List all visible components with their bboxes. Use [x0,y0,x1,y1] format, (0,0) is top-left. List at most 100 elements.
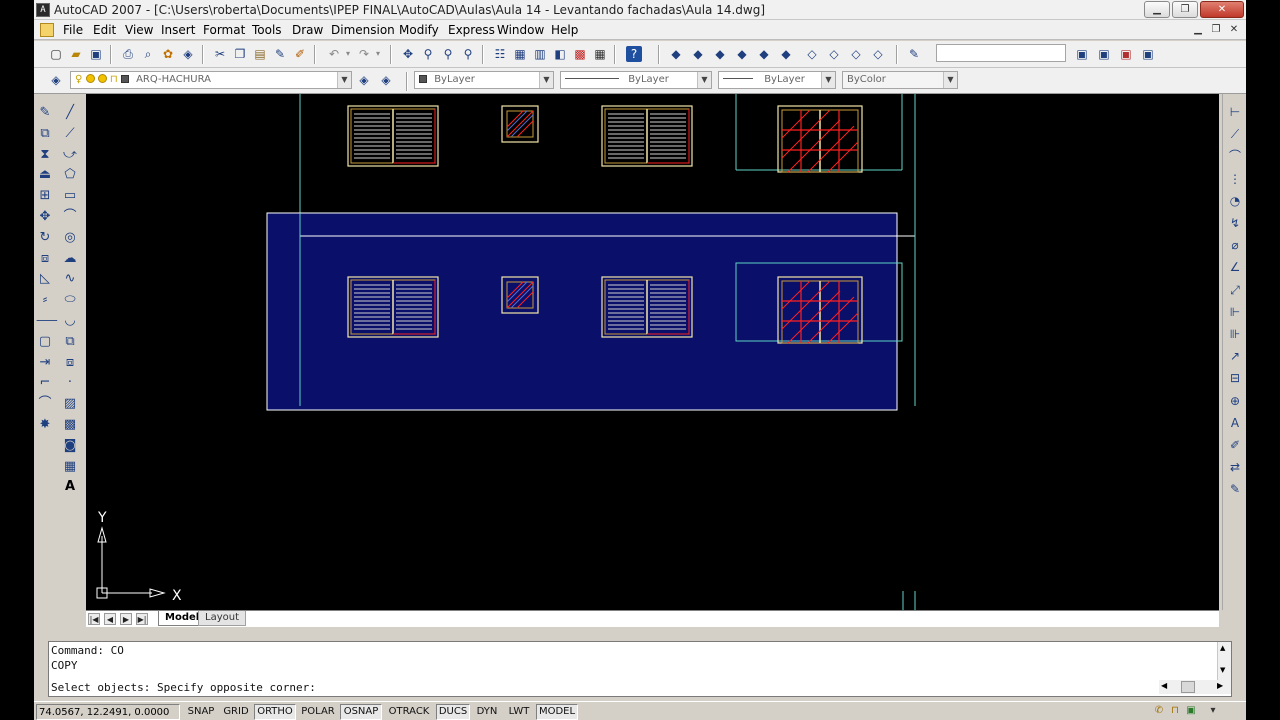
view-right-icon[interactable]: ◆ [712,46,728,62]
new-view-icon[interactable]: ▣ [1096,46,1112,62]
viewport-icon[interactable]: ▣ [1140,46,1156,62]
erase-icon[interactable]: ✎ [36,104,54,122]
menu-help[interactable]: Help [551,23,578,37]
aligned-dim-icon[interactable]: ⟋ [1227,126,1243,142]
copy-object-icon[interactable]: ⧉ [36,125,54,143]
layer-previous-icon[interactable]: ◈ [378,72,394,88]
view-front-icon[interactable]: ◆ [756,46,772,62]
block-editor-icon[interactable]: ✐ [292,46,308,62]
point-icon[interactable]: · [61,374,79,392]
lock-ui-icon[interactable]: ⊓ [1168,704,1182,718]
spline-icon[interactable]: ∿ [61,270,79,288]
chevron-down-icon[interactable]: ▼ [337,72,351,88]
extend-icon[interactable]: ⸺ [36,312,58,330]
insert-block-icon[interactable]: ⧉ [61,333,79,351]
window-upper-2[interactable] [601,105,693,167]
properties-icon[interactable]: ☷ [492,46,508,62]
circle-icon[interactable]: ◎ [61,229,79,247]
lightbulb-icon[interactable]: ♀ [75,74,82,85]
polygon-icon[interactable]: ⬠ [61,166,79,184]
zoom-previous-icon[interactable]: ⚲ [460,46,476,62]
tool-palettes-icon[interactable]: ▥ [532,46,548,62]
command-hscrollbar[interactable]: ◀ ▶ [1159,680,1231,694]
menu-view[interactable]: View [125,23,153,37]
trim-icon[interactable]: ⸗ [36,291,54,309]
polyline-icon[interactable]: ⤻ [61,146,79,164]
arc-length-icon[interactable]: ⌒ [1227,148,1243,164]
revision-cloud-icon[interactable]: ☁ [61,250,79,268]
command-prompt[interactable]: Select objects: Specify opposite corner: [51,681,316,694]
design-center-icon[interactable]: ▦ [512,46,528,62]
next-tab-icon[interactable]: ▶ [120,613,132,625]
lineweight-combo[interactable]: ByLayer ▼ [718,71,836,89]
menu-draw[interactable]: Draw [292,23,323,37]
view-left-icon[interactable]: ◆ [690,46,706,62]
new-icon[interactable]: ▢ [48,46,64,62]
dim-edit-icon[interactable]: A [1227,415,1243,431]
fillet-icon[interactable]: ⌒ [36,395,54,413]
status-tray-icon[interactable]: ▣ [1184,704,1198,718]
arc-icon[interactable]: ⌒ [61,208,79,226]
status-toggle-osnap[interactable]: OSNAP [340,704,382,720]
open-icon[interactable]: ▰ [68,46,84,62]
status-toggle-otrack[interactable]: OTRACK [384,704,434,720]
maximize-icon[interactable]: ❐ [1172,1,1198,18]
angular-icon[interactable]: ∠ [1227,259,1243,275]
status-toggle-ortho[interactable]: ORTHO [254,704,296,720]
menu-window[interactable]: Window [497,23,544,37]
lock-icon[interactable]: ⊓ [110,74,118,85]
match-properties-icon[interactable]: ✎ [272,46,288,62]
door-upper[interactable] [777,105,863,173]
communication-center-icon[interactable]: ✆ [1152,704,1166,718]
dim-text-edit-icon[interactable]: ✐ [1227,437,1243,453]
move-icon[interactable]: ✥ [36,208,54,226]
quick-dim-icon[interactable]: ⤢ [1227,282,1243,298]
zoom-window-icon[interactable]: ⚲ [440,46,456,62]
offset-icon[interactable]: ⏏ [36,166,54,184]
layer-manager-icon[interactable]: ◈ [48,72,64,88]
status-toggle-polar[interactable]: POLAR [298,704,338,720]
window-upper-small[interactable] [501,105,539,143]
undo-dropdown-icon[interactable]: ▾ [340,46,356,62]
join-icon[interactable]: ⇥ [36,354,54,372]
scroll-left-icon[interactable]: ◀ [1161,681,1167,690]
dim-update-icon[interactable]: ⇄ [1227,459,1243,475]
scroll-thumb[interactable] [1181,681,1195,693]
status-toggle-grid[interactable]: GRID [220,704,252,720]
command-scrollbar[interactable]: ▲ ▼ [1217,642,1231,680]
quickcalc-icon[interactable]: ▦ [592,46,608,62]
view-iso-sw-icon[interactable]: ◇ [804,46,820,62]
view-top-icon[interactable]: ◆ [734,46,750,62]
drawing-canvas[interactable]: Y X [86,94,1219,610]
view-iso-ne-icon[interactable]: ◇ [848,46,864,62]
chevron-down-icon[interactable]: ▼ [943,72,957,88]
scale-icon[interactable]: ⧈ [36,250,54,268]
rotate-icon[interactable]: ↻ [36,229,54,247]
menu-format[interactable]: Format [203,23,245,37]
scroll-up-icon[interactable]: ▲ [1220,644,1225,652]
copy-icon[interactable]: ❐ [232,46,248,62]
dim-style-icon[interactable]: ✎ [1227,481,1243,497]
status-toggle-lwt[interactable]: LWT [504,704,534,720]
construction-line-icon[interactable]: ⟋ [61,125,79,143]
chevron-down-icon[interactable]: ▼ [697,72,711,88]
mirror-icon[interactable]: ⧗ [36,146,54,164]
hatch-icon[interactable]: ▨ [61,395,79,413]
doc-minimize-icon[interactable]: ▁ [1190,23,1206,37]
menu-modify[interactable]: Modify [399,23,439,37]
ellipse-arc-icon[interactable]: ◡ [61,312,79,330]
menu-file[interactable]: File [63,23,83,37]
radius-icon[interactable]: ◔ [1227,193,1243,209]
command-window[interactable]: Command: CO COPY Select objects: Specify… [48,641,1232,697]
named-view-combo[interactable] [936,44,1066,62]
markup-icon[interactable]: ▩ [572,46,588,62]
status-toggle-dyn[interactable]: DYN [472,704,502,720]
sun-icon-viewport[interactable] [97,74,107,83]
doc-restore-icon[interactable]: ❐ [1208,23,1224,37]
rectangle-icon[interactable]: ▭ [61,187,79,205]
sheet-set-icon[interactable]: ◧ [552,46,568,62]
menu-dimension[interactable]: Dimension [331,23,395,37]
first-tab-icon[interactable]: |◀ [88,613,100,625]
scroll-down-icon[interactable]: ▼ [1220,666,1225,674]
coordinate-display[interactable]: 74.0567, 12.2491, 0.0000 [36,704,180,720]
